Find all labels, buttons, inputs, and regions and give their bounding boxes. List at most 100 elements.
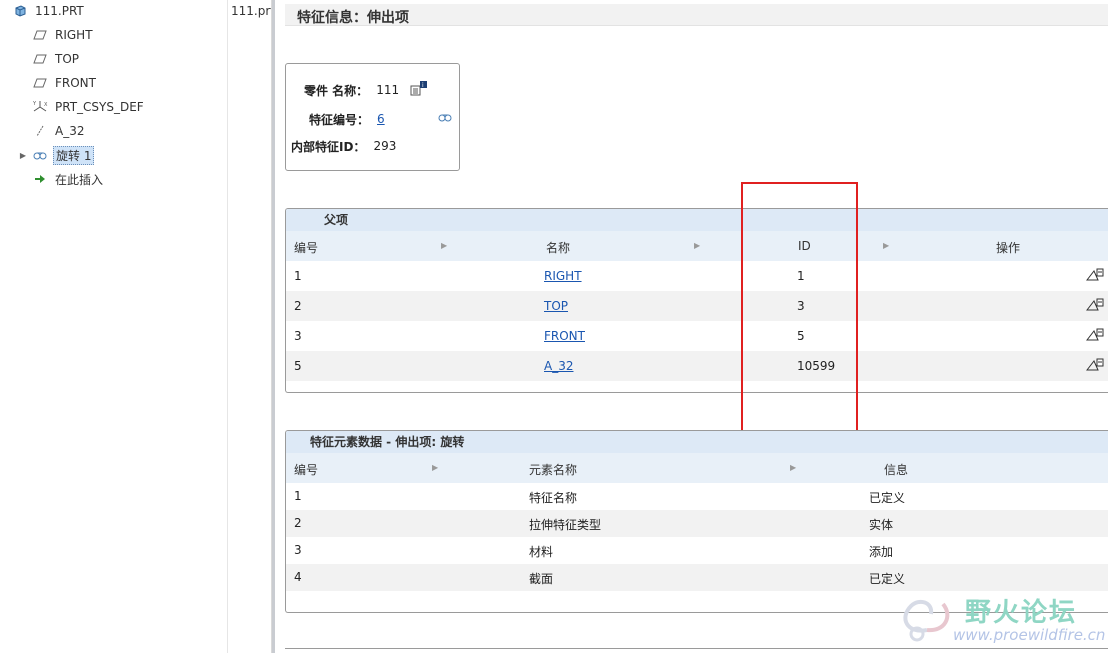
parents-title-text: 父项 <box>324 213 349 227</box>
datum-plane-icon <box>32 27 48 43</box>
row-number: 4 <box>294 570 302 584</box>
tree-item-revolve[interactable]: 旋转 1 <box>32 145 95 165</box>
column-filename: 111.prt <box>231 4 271 18</box>
tree-item-label: 在此插入 <box>55 172 104 187</box>
row-number: 1 <box>294 269 302 283</box>
tree-item-label: 旋转 1 <box>53 145 95 165</box>
parents-table-header: 编号 ▶ 名称 ▶ ID ▶ 操作 <box>286 231 1108 261</box>
column-header-action[interactable]: 操作 <box>996 239 1020 256</box>
tree-item-label: FRONT <box>55 76 96 90</box>
element-name: 材料 <box>529 545 554 559</box>
tree-item-label: A_32 <box>55 124 85 138</box>
tree-root-part[interactable]: 111.PRT <box>12 2 86 20</box>
feature-number-link[interactable]: 6 <box>377 112 385 126</box>
page-title: 特征信息：伸出项 <box>297 10 409 26</box>
element-name: 截面 <box>529 572 554 586</box>
model-tree: 111.PRT RIGHT TOP FRONT YX PRT_CSYS_DEF … <box>0 0 228 653</box>
element-data-panel-title: 特征元素数据 - 伸出项: 旋转 <box>286 431 1108 453</box>
svg-text:X: X <box>44 102 48 108</box>
element-name: 拉伸特征类型 <box>529 518 602 532</box>
element-data-title-text: 特征元素数据 - 伸出项: 旋转 <box>310 435 465 449</box>
tree-item-top[interactable]: TOP <box>32 50 81 68</box>
watermark: 野火论坛 www.proewildfire.cn <box>895 590 1108 653</box>
insert-arrow-icon <box>32 171 48 187</box>
row-number: 5 <box>294 359 302 373</box>
sort-arrow-icon[interactable]: ▶ <box>790 463 796 472</box>
svg-text:Y: Y <box>32 101 37 107</box>
row-number: 3 <box>294 329 302 343</box>
tree-item-csys[interactable]: YX PRT_CSYS_DEF <box>32 98 146 116</box>
column-header-number[interactable]: 编号 <box>294 461 318 478</box>
row-number: 2 <box>294 516 302 530</box>
edit-action-icon[interactable] <box>1085 328 1104 342</box>
column-header-name[interactable]: 名称 <box>546 239 570 256</box>
internal-id-label: 内部特征ID： <box>291 139 366 154</box>
row-number: 3 <box>294 543 302 557</box>
tree-item-label: PRT_CSYS_DEF <box>55 100 144 114</box>
feature-info-box: 零件 名称： 111 i 特征编号： 6 内部特征ID： 293 <box>285 63 460 171</box>
element-table-header: 编号 ▶ 元素名称 ▶ 信息 <box>286 453 1108 483</box>
feature-info-page: 特征信息：伸出项 零件 名称： 111 i 特征编号： 6 内部特征ID： 29… <box>275 0 1108 653</box>
expand-arrow-icon[interactable]: ▶ <box>18 147 28 163</box>
edit-action-icon[interactable] <box>1085 358 1104 372</box>
part-name-label: 零件 名称： <box>304 83 369 98</box>
internal-id-row: 内部特征ID： 293 <box>291 137 396 155</box>
element-info: 已定义 <box>869 572 906 586</box>
revolve-feature-icon <box>32 147 48 163</box>
table-row: 2 拉伸特征类型 实体 <box>286 510 1108 537</box>
element-name: 特征名称 <box>529 491 578 505</box>
tree-root-label: 111.PRT <box>35 4 84 18</box>
page-header: 特征信息：伸出项 <box>285 4 1108 26</box>
highlight-box <box>741 182 858 434</box>
element-info: 添加 <box>869 545 894 559</box>
tree-item-insert-here[interactable]: 在此插入 <box>32 170 105 188</box>
table-row: 3 材料 添加 <box>286 537 1108 564</box>
table-row: 4 截面 已定义 <box>286 564 1108 591</box>
parent-name-link[interactable]: FRONT <box>544 329 585 343</box>
tree-item-right[interactable]: RIGHT <box>32 26 95 44</box>
element-data-panel: 特征元素数据 - 伸出项: 旋转 编号 ▶ 元素名称 ▶ 信息 1 特征名称 已… <box>285 430 1108 613</box>
parent-name-link[interactable]: A_32 <box>544 359 573 373</box>
element-info: 已定义 <box>869 491 906 505</box>
part-icon <box>12 3 28 19</box>
coordinate-system-icon: YX <box>32 99 48 115</box>
sort-arrow-icon[interactable]: ▶ <box>432 463 438 472</box>
parents-panel-title: 父项 <box>286 209 1108 231</box>
edit-action-icon[interactable] <box>1085 268 1104 282</box>
part-name-value: 111 <box>376 83 400 97</box>
tree-item-front[interactable]: FRONT <box>32 74 98 92</box>
datum-plane-icon <box>32 75 48 91</box>
element-info: 实体 <box>869 518 894 532</box>
edit-action-icon[interactable] <box>1085 298 1104 312</box>
secondary-column: 111.prt <box>228 0 272 653</box>
part-info-icon[interactable]: i <box>410 80 428 101</box>
tree-item-label: TOP <box>55 52 80 66</box>
sort-arrow-icon[interactable]: ▶ <box>883 241 889 250</box>
watermark-logo-icon <box>903 599 950 642</box>
datum-axis-icon <box>32 123 48 139</box>
tree-item-label: RIGHT <box>55 28 93 42</box>
parent-name-link[interactable]: TOP <box>544 299 568 313</box>
sort-arrow-icon[interactable]: ▶ <box>694 241 700 250</box>
parents-panel: 父项 编号 ▶ 名称 ▶ ID ▶ 操作 1 RIGHT 1 2 TOP 3 3… <box>285 208 1108 393</box>
internal-id-value: 293 <box>373 139 397 153</box>
table-row: 5 A_32 10599 <box>286 351 1108 381</box>
column-header-element-name[interactable]: 元素名称 <box>529 461 577 478</box>
revolve-feature-icon[interactable] <box>437 111 453 126</box>
row-number: 2 <box>294 299 302 313</box>
datum-plane-icon <box>32 51 48 67</box>
table-row: 1 RIGHT 1 <box>286 261 1108 291</box>
feature-number-row: 特征编号： 6 <box>309 110 385 128</box>
row-number: 1 <box>294 489 302 503</box>
column-header-info[interactable]: 信息 <box>884 461 908 478</box>
part-name-row: 零件 名称： 111 <box>304 81 399 99</box>
sort-arrow-icon[interactable]: ▶ <box>441 241 447 250</box>
watermark-url: www.proewildfire.cn <box>953 626 1106 644</box>
column-header-number[interactable]: 编号 <box>294 239 318 256</box>
table-row: 1 特征名称 已定义 <box>286 483 1108 510</box>
tree-item-axis[interactable]: A_32 <box>32 122 86 140</box>
feature-number-label: 特征编号： <box>309 112 370 127</box>
watermark-name: 野火论坛 <box>965 598 1078 628</box>
parent-name-link[interactable]: RIGHT <box>544 269 582 283</box>
table-row: 2 TOP 3 <box>286 291 1108 321</box>
